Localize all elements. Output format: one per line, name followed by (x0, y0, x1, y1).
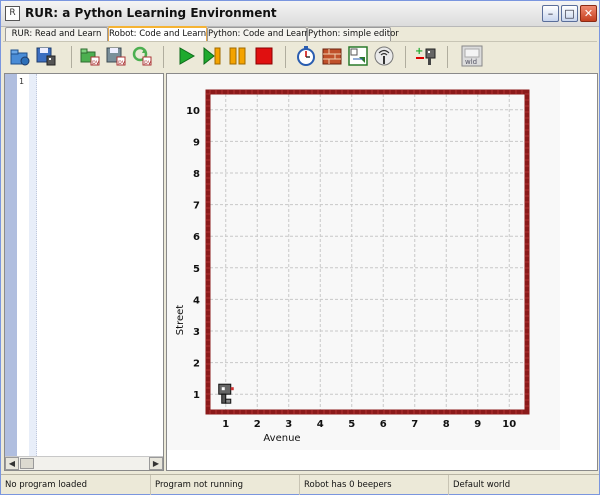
program-editor[interactable]: 1 ◀ ▶ (4, 73, 164, 471)
svg-text:py: py (92, 59, 100, 66)
avenue-tick-label: 4 (317, 419, 324, 430)
avenue-tick-label: 1 (222, 419, 229, 430)
toolbar-separator (447, 46, 448, 68)
street-tick-label: 7 (193, 201, 200, 212)
street-tick-label: 10 (186, 106, 200, 117)
toolbar-separator (405, 46, 406, 68)
tab-python-simple-editor[interactable]: Python: simple editor (307, 27, 399, 41)
world-info-icon[interactable]: wld (461, 45, 483, 67)
editor-gutter: 1 (5, 74, 37, 456)
line-number: 1 (19, 77, 25, 86)
street-tick-label: 1 (193, 390, 200, 401)
fold-margin (29, 74, 37, 456)
svg-text:py: py (144, 59, 152, 66)
status-program: No program loaded (1, 475, 151, 495)
close-icon[interactable]: ✕ (580, 5, 597, 22)
open-world-icon[interactable] (9, 45, 31, 67)
open-program-icon[interactable]: py (79, 45, 101, 67)
street-tick-label: 8 (193, 169, 200, 180)
editor-horizontal-scrollbar[interactable]: ◀ ▶ (5, 456, 163, 470)
title-bar[interactable]: R RUR: a Python Learning Environment – □… (1, 1, 599, 27)
street-tick-label: 4 (193, 295, 200, 306)
save-program-icon[interactable]: py (105, 45, 127, 67)
svg-text:py: py (118, 59, 126, 66)
svg-text:wld: wld (465, 58, 477, 66)
street-axis-label: Street (175, 305, 186, 335)
resize-world-icon[interactable] (347, 45, 369, 67)
avenue-tick-label: 8 (443, 419, 450, 430)
toggle-beepers-icon[interactable] (373, 45, 395, 67)
street-tick-label: 2 (193, 359, 200, 370)
toolbar-separator (163, 46, 164, 68)
main-window: R RUR: a Python Learning Environment – □… (0, 0, 600, 495)
avenue-tick-label: 7 (411, 419, 418, 430)
street-tick-label: 9 (193, 137, 200, 148)
avenue-tick-label: 3 (285, 419, 292, 430)
scroll-left-icon[interactable]: ◀ (5, 457, 19, 470)
rur-app-icon[interactable]: R (5, 6, 20, 21)
minimize-icon[interactable]: – (542, 5, 559, 22)
tab-python-code-and-learn[interactable]: Python: Code and Learn (207, 27, 310, 41)
avenue-tick-label: 6 (380, 419, 387, 430)
reload-program-icon[interactable]: py (131, 45, 153, 67)
avenue-tick-label: 2 (254, 419, 261, 430)
step-icon[interactable] (201, 45, 223, 67)
street-tick-label: 5 (193, 264, 200, 275)
run-icon[interactable] (175, 45, 197, 67)
robot-world[interactable]: 1 2 3 4 5 6 7 8 9 10 1 2 3 4 5 6 7 8 9 10 Avenue Street (167, 74, 597, 450)
avenue-tick-label: 9 (474, 419, 481, 430)
avenue-tick-label: 10 (502, 419, 516, 430)
tab-robot-code-and-learn[interactable]: Robot: Code and Learn (108, 26, 207, 41)
svg-text:+: + (415, 46, 423, 57)
toolbar-separator (71, 46, 72, 68)
status-world: Default world (453, 480, 511, 490)
save-world-icon[interactable] (35, 45, 57, 67)
stop-icon[interactable] (253, 45, 275, 67)
speed-timer-icon[interactable] (295, 45, 317, 67)
scroll-right-icon[interactable]: ▶ (149, 457, 163, 470)
scroll-thumb[interactable] (20, 458, 34, 469)
maximize-icon[interactable]: □ (561, 5, 578, 22)
world-boundary-wall (205, 89, 530, 415)
avenue-tick-label: 5 (348, 419, 355, 430)
tab-rur-read-and-learn[interactable]: RUR: Read and Learn (5, 27, 108, 41)
avenue-axis-label: Avenue (263, 433, 300, 444)
edit-walls-icon[interactable] (321, 45, 343, 67)
add-robot-icon[interactable]: + (415, 45, 437, 67)
gutter-margin (5, 74, 17, 456)
status-running: Program not running (151, 475, 300, 495)
street-tick-label: 3 (193, 327, 200, 338)
toolbar-separator (285, 46, 286, 68)
street-tick-label: 6 (193, 232, 200, 243)
toolbar: py py py + wld (3, 41, 597, 72)
status-beepers: Robot has 0 beepers (300, 475, 449, 495)
pause-icon[interactable] (227, 45, 249, 67)
window-title: RUR: a Python Learning Environment (25, 6, 277, 20)
world-panel: 1 2 3 4 5 6 7 8 9 10 1 2 3 4 5 6 7 8 9 10 Avenue Street (166, 73, 598, 471)
status-bar: No program loaded Program not running Ro… (1, 474, 599, 495)
